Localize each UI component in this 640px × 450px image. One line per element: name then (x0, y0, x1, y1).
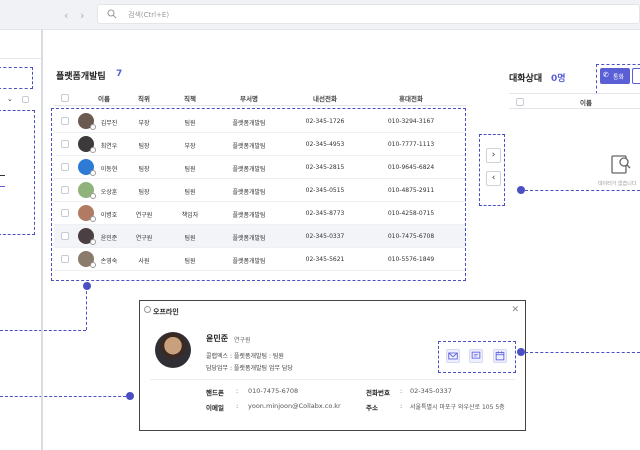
presence-status: 오프라인 (153, 308, 179, 316)
left-tree-highlight (0, 110, 35, 235)
phone-icon: ✆ (603, 71, 609, 79)
phone-separator: : (236, 387, 239, 395)
team-title: 플랫폼개발팀 (56, 72, 106, 82)
column-ext: 내선전화 (313, 95, 337, 103)
chat-bubble-icon (471, 351, 481, 359)
back-icon[interactable]: ‹ (64, 9, 68, 22)
chat-status-title: 대화상대 (509, 74, 543, 84)
connector-line (0, 330, 86, 331)
left-checkbox[interactable] (22, 96, 29, 103)
search-icon (107, 9, 117, 19)
call-label: 통화 (613, 74, 625, 81)
connector-line (525, 352, 640, 353)
panel-divider (41, 30, 43, 450)
tel-separator: : (400, 387, 403, 395)
chat-column-name: 이름 (580, 99, 592, 107)
tel-value: 02-345-0337 (410, 387, 452, 395)
table-header: 이름 직위 직책 부서명 내선전화 휴대전화 (54, 90, 466, 106)
left-tree-item-selected[interactable] (0, 186, 5, 187)
search-placeholder: 검색(Ctrl+E) (128, 11, 170, 19)
call-button[interactable]: ✆ 통화 (600, 68, 630, 84)
profile-card: 오프라인 ✕ 윤민준 연구원 콜랩엑스 : 플랫폼개발팀 : 팀원 담당업무 :… (139, 300, 526, 431)
chat-status-header: 이름 (509, 93, 640, 109)
profile-duty-line: 담당업무 : 플랫폼개발팀 업무 담당 (206, 365, 293, 372)
move-right-button[interactable]: › (486, 148, 501, 163)
connector-dot (83, 282, 91, 290)
column-name: 이름 (98, 95, 110, 103)
profile-rank: 연구원 (234, 337, 251, 344)
left-tree-item[interactable] (0, 175, 5, 176)
profile-avatar (155, 332, 191, 368)
offline-status-icon (144, 306, 151, 313)
email-separator: : (236, 402, 239, 410)
top-bar: ‹ › 검색(Ctrl+E) (0, 0, 640, 30)
card-divider (150, 379, 515, 380)
left-dropdown-highlight (0, 67, 33, 89)
email-value[interactable]: yoon.minjoon@Collabx.co.kr (248, 402, 341, 410)
connector-dot (517, 348, 525, 356)
connector-dot (517, 186, 525, 194)
move-left-button[interactable]: ‹ (486, 171, 501, 186)
empty-state-text: 데이터가 없습니다 (598, 181, 637, 187)
tel-label: 전화번호 (366, 389, 390, 397)
phone-value: 010-7475-6708 (248, 387, 299, 395)
forward-icon[interactable]: › (80, 9, 84, 22)
profile-name: 윤민준 (206, 334, 229, 343)
close-icon[interactable]: ✕ (511, 305, 519, 315)
calendar-icon (495, 351, 505, 361)
column-dept: 부서명 (240, 95, 258, 103)
refresh-button[interactable] (632, 68, 640, 84)
email-label: 이메일 (206, 404, 224, 412)
left-panel-divider (0, 58, 41, 59)
connector-line (525, 190, 640, 191)
address-value: 서울특별시 마포구 와우산로 105 5층 (410, 404, 505, 411)
column-role: 직책 (184, 95, 196, 103)
phone-label: 핸드폰 (206, 389, 224, 397)
chat-button[interactable] (469, 349, 483, 363)
connector-line (86, 286, 87, 330)
connector-dot (126, 392, 134, 400)
mail-icon (448, 352, 458, 360)
mail-button[interactable] (446, 349, 460, 363)
chat-status-count: 0명 (551, 74, 566, 84)
member-list-highlight (51, 108, 466, 281)
search-input[interactable]: 검색(Ctrl+E) (97, 4, 640, 24)
chat-select-all-checkbox[interactable] (516, 98, 524, 106)
address-separator: : (400, 402, 403, 410)
calendar-button[interactable] (493, 349, 507, 363)
profile-company-line: 콜랩엑스 : 플랫폼개발팀 : 팀원 (206, 353, 284, 360)
connector-line (0, 396, 126, 397)
empty-search-icon (611, 155, 631, 174)
chevron-down-icon[interactable]: ⌄ (7, 95, 13, 103)
column-mobile: 휴대전화 (399, 95, 423, 103)
column-rank: 직위 (138, 95, 150, 103)
select-all-checkbox[interactable] (61, 94, 69, 102)
team-count: 7 (116, 69, 123, 79)
move-buttons-highlight (479, 134, 505, 206)
address-label: 주소 (366, 404, 378, 412)
